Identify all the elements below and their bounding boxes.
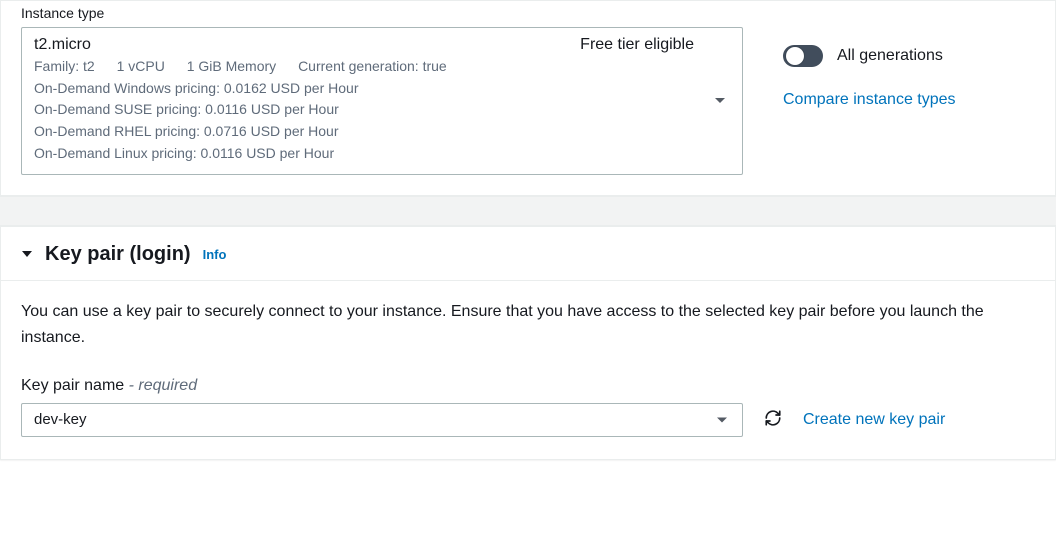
keypair-description: You can use a key pair to securely conne… [21,299,1035,350]
instance-type-name: t2.micro [34,36,91,54]
keypair-selected-value: dev-key [34,411,87,428]
all-generations-label: All generations [837,47,943,65]
keypair-name-label: Key pair name [21,377,124,394]
create-keypair-link[interactable]: Create new key pair [803,411,945,429]
keypair-select[interactable]: dev-key [21,403,743,437]
refresh-keypairs-button[interactable] [761,408,785,432]
pricing-windows: On-Demand Windows pricing: 0.0162 USD pe… [34,78,704,100]
instance-memory: 1 GiB Memory [187,58,276,74]
compare-instance-types-link[interactable]: Compare instance types [783,91,956,108]
chevron-down-icon [714,97,726,105]
pricing-suse: On-Demand SUSE pricing: 0.0116 USD per H… [34,99,704,121]
pricing-rhel: On-Demand RHEL pricing: 0.0716 USD per H… [34,121,704,143]
keypair-section-header[interactable]: Key pair (login) Info [1,227,1055,281]
instance-current-gen: Current generation: true [298,58,447,74]
keypair-required-label: - required [129,377,197,394]
free-tier-badge: Free tier eligible [580,36,694,54]
instance-family: Family: t2 [34,58,95,74]
instance-type-select[interactable]: t2.micro Free tier eligible Family: t2 1… [21,27,743,175]
keypair-section-title: Key pair (login) [45,243,191,266]
instance-vcpu: 1 vCPU [117,58,165,74]
chevron-down-icon [716,411,728,428]
pricing-linux: On-Demand Linux pricing: 0.0116 USD per … [34,143,704,165]
keypair-info-link[interactable]: Info [203,247,227,262]
refresh-icon [764,409,782,430]
caret-down-icon [21,250,33,260]
all-generations-toggle[interactable] [783,45,823,67]
instance-type-label: Instance type [21,5,743,21]
